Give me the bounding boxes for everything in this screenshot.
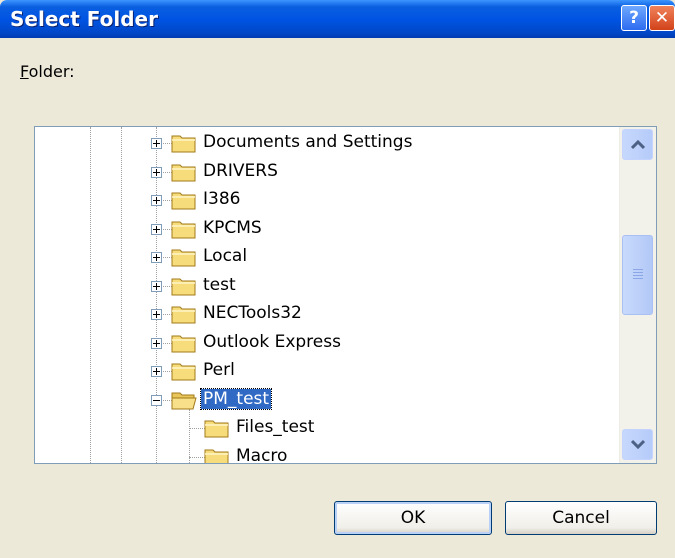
tree-item[interactable]: NECTools32: [35, 300, 620, 328]
folder-icon: [204, 449, 229, 463]
tree-item-label: Local: [203, 246, 248, 266]
thumb-grip: [633, 278, 643, 279]
tree-item[interactable]: Files_test: [35, 414, 620, 442]
folder-icon: [171, 306, 196, 324]
tree-item-label: DRIVERS: [203, 160, 278, 181]
scroll-thumb[interactable]: [622, 235, 653, 315]
vertical-scrollbar[interactable]: [619, 127, 656, 463]
folder-label-mnemonic: F: [20, 62, 29, 81]
ok-button[interactable]: OK: [334, 501, 492, 535]
help-icon: ?: [629, 8, 639, 28]
folder-icon: [171, 278, 196, 295]
expand-icon[interactable]: [151, 195, 162, 206]
tree-item-label: I386: [203, 189, 241, 209]
thumb-grip: [633, 272, 643, 273]
folder-icon: [204, 420, 229, 438]
cancel-button[interactable]: Cancel: [505, 501, 657, 535]
expand-icon[interactable]: [151, 366, 162, 377]
expand-icon[interactable]: [151, 223, 162, 235]
expand-icon[interactable]: [151, 309, 162, 320]
folder-icon: [171, 221, 196, 238]
tree-item-label: Documents and Settings: [203, 132, 413, 152]
tree-item-label: Perl: [203, 360, 235, 380]
tree-item[interactable]: PM_test: [35, 386, 620, 414]
expand-icon[interactable]: [151, 166, 162, 178]
folder-icon: [171, 135, 196, 153]
tree-item-label: Files_test: [236, 417, 315, 437]
tree-item-label: Macro: [236, 445, 288, 464]
tree-item[interactable]: Outlook Express: [35, 329, 620, 357]
tree-item[interactable]: Local: [35, 243, 620, 271]
folder-icon: [171, 363, 196, 381]
tree-item[interactable]: Macro: [35, 443, 620, 464]
close-button[interactable]: ✕: [649, 5, 675, 31]
thumb-grip: [633, 275, 643, 276]
collapse-icon[interactable]: [151, 394, 162, 406]
chevron-down-icon: [631, 439, 645, 450]
folder-icon: [171, 335, 196, 352]
select-folder-dialog: Select Folder ? ✕ Folder: Documents and …: [0, 0, 675, 558]
dialog-title: Select Folder: [10, 7, 158, 31]
expand-icon[interactable]: [151, 337, 162, 349]
tree-item[interactable]: Documents and Settings: [35, 129, 620, 157]
folder-icon: [171, 164, 196, 181]
tree-item-label: test: [203, 274, 236, 295]
title-bar[interactable]: Select Folder ? ✕: [0, 0, 675, 38]
close-icon: ✕: [654, 8, 670, 28]
folder-tree[interactable]: Documents and Settings DRIVERS I386 KPCMS Lo…: [34, 126, 657, 464]
scroll-down-button[interactable]: [622, 429, 653, 460]
thumb-grip: [633, 269, 643, 270]
tree-item[interactable]: Perl: [35, 357, 620, 385]
expand-icon[interactable]: [151, 252, 162, 263]
folder-label-text: older:: [28, 62, 75, 81]
chevron-up-icon: [631, 139, 645, 150]
tree-item-label: KPCMS: [203, 217, 262, 238]
tree-item[interactable]: KPCMS: [35, 215, 620, 243]
tree-item[interactable]: DRIVERS: [35, 158, 620, 186]
tree-item-label: PM_test: [199, 387, 273, 410]
expand-icon[interactable]: [151, 280, 162, 292]
folder-icon: [171, 249, 196, 267]
help-button[interactable]: ?: [621, 5, 647, 31]
tree-item-label: NECTools32: [203, 303, 302, 323]
tree-item[interactable]: I386: [35, 186, 620, 214]
tree-item[interactable]: test: [35, 272, 620, 300]
scroll-up-button[interactable]: [622, 129, 653, 160]
folder-open-icon: [171, 392, 197, 409]
folder-icon: [171, 192, 196, 210]
tree-item-label: Outlook Express: [203, 331, 341, 352]
expand-icon[interactable]: [151, 138, 162, 149]
folder-label: Folder:: [20, 62, 75, 81]
